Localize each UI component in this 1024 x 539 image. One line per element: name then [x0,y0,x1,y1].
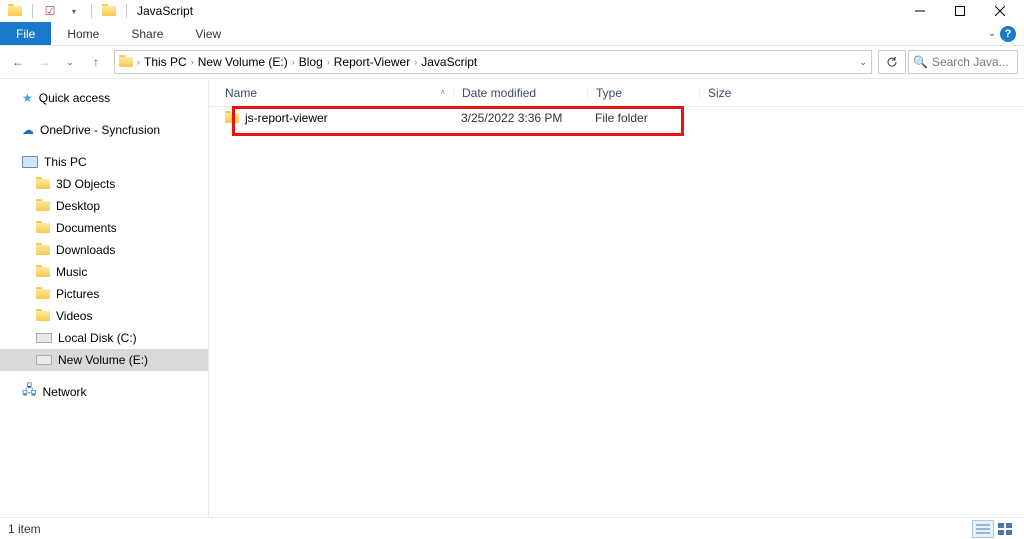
maximize-button[interactable] [940,1,980,21]
breadcrumb-segment[interactable]: Blog [299,55,323,69]
sidebar-item-label: 3D Objects [56,177,115,191]
breadcrumb-segment[interactable]: JavaScript [421,55,477,69]
sidebar-item-label: OneDrive - Syncfusion [40,123,160,137]
row-name: js-report-viewer [245,111,328,125]
file-menu[interactable]: File [0,22,51,45]
folder-icon [36,267,50,277]
folder-icon [36,245,50,255]
sort-asc-icon: ˄ [440,88,445,97]
breadcrumb-segment[interactable]: Report-Viewer [334,55,410,69]
sidebar-item-videos[interactable]: Videos [0,305,208,327]
tab-home[interactable]: Home [51,22,115,45]
back-button[interactable]: ← [6,50,30,74]
sidebar-item-quick-access[interactable]: ★ Quick access [0,87,208,109]
thumbnails-view-button[interactable] [994,520,1016,538]
close-button[interactable] [980,1,1020,21]
details-view-button[interactable] [972,520,994,538]
sidebar-item-network[interactable]: 🖧 Network [0,381,208,403]
folder-icon [36,289,50,299]
network-icon: 🖧 [22,381,37,403]
sidebar-item-label: Videos [56,309,92,323]
qat-dropdown-icon[interactable]: ▾ [63,1,85,21]
sidebar-item-desktop[interactable]: Desktop [0,195,208,217]
file-list: Name˄ Date modified Type Size js-report-… [208,79,1024,517]
help-button[interactable]: ? [1000,26,1016,42]
refresh-button[interactable] [878,50,906,74]
sidebar-item-new-volume-e[interactable]: New Volume (E:) [0,349,208,371]
pc-icon [22,156,38,168]
tab-share[interactable]: Share [115,22,179,45]
sidebar-item-downloads[interactable]: Downloads [0,239,208,261]
sidebar-item-label: Desktop [56,199,100,213]
recent-dropdown-icon[interactable]: ⌄ [58,50,82,74]
sidebar-item-pictures[interactable]: Pictures [0,283,208,305]
column-header-type[interactable]: Type [587,86,699,100]
row-date: 3/25/2022 3:36 PM [453,111,587,125]
breadcrumb-segment[interactable]: This PC [144,55,187,69]
chevron-right-icon[interactable]: › [327,57,330,67]
star-icon: ★ [22,91,33,105]
sidebar-item-label: Downloads [56,243,115,257]
up-button[interactable]: ↑ [84,50,108,74]
column-headers: Name˄ Date modified Type Size [209,79,1024,107]
address-bar[interactable]: › This PC › New Volume (E:) › Blog › Rep… [114,50,872,74]
folder-icon [36,179,50,189]
folder-icon [36,311,50,321]
sidebar-item-3dobjects[interactable]: 3D Objects [0,173,208,195]
chevron-right-icon[interactable]: › [191,57,194,67]
sidebar-item-label: New Volume (E:) [58,353,148,367]
search-icon: 🔍 [913,55,928,69]
sidebar-item-label: Local Disk (C:) [58,331,137,345]
forward-button[interactable]: → [32,50,56,74]
folder-icon [98,1,120,21]
folder-icon [36,223,50,233]
sidebar-item-onedrive[interactable]: ☁ OneDrive - Syncfusion [0,119,208,141]
sidebar-item-label: Documents [56,221,117,235]
chevron-right-icon[interactable]: › [414,57,417,67]
column-header-name[interactable]: Name˄ [209,86,453,100]
column-header-size[interactable]: Size [699,86,767,100]
status-text: 1 item [8,522,41,536]
search-input[interactable]: 🔍 Search Java... [908,50,1018,74]
sidebar-item-label: Quick access [39,91,110,105]
ribbon: File Home Share View ⌄ ? [0,22,1024,46]
drive-icon [36,333,52,343]
address-dropdown-icon[interactable]: ⌄ [859,57,867,68]
sidebar-item-label: This PC [44,155,87,169]
folder-icon [36,201,50,211]
cloud-icon: ☁ [22,123,34,137]
search-placeholder: Search Java... [932,55,1009,69]
status-bar: 1 item [0,517,1024,539]
titlebar: ☑ ▾ JavaScript [0,0,1024,22]
sidebar-item-local-disk-c[interactable]: Local Disk (C:) [0,327,208,349]
folder-icon [225,113,239,123]
sidebar-item-label: Music [56,265,87,279]
sidebar-item-label: Pictures [56,287,99,301]
table-row[interactable]: js-report-viewer 3/25/2022 3:36 PM File … [209,107,1024,129]
sidebar-item-music[interactable]: Music [0,261,208,283]
navbar: ← → ⌄ ↑ › This PC › New Volume (E:) › Bl… [0,46,1024,78]
column-header-date[interactable]: Date modified [453,86,587,100]
sidebar-item-label: Network [43,385,87,399]
drive-icon [36,355,52,365]
nav-pane: ★ Quick access ☁ OneDrive - Syncfusion T… [0,79,208,517]
folder-icon [4,1,26,21]
chevron-right-icon[interactable]: › [137,57,140,67]
sidebar-item-thispc[interactable]: This PC [0,151,208,173]
sidebar-item-documents[interactable]: Documents [0,217,208,239]
window-title: JavaScript [137,4,193,18]
breadcrumb-segment[interactable]: New Volume (E:) [198,55,288,69]
tab-view[interactable]: View [179,22,237,45]
chevron-right-icon[interactable]: › [292,57,295,67]
ribbon-expand-icon[interactable]: ⌄ [988,28,996,39]
folder-icon [119,57,133,67]
qat-properties-icon[interactable]: ☑ [39,1,61,21]
row-type: File folder [587,111,699,125]
minimize-button[interactable] [900,1,940,21]
